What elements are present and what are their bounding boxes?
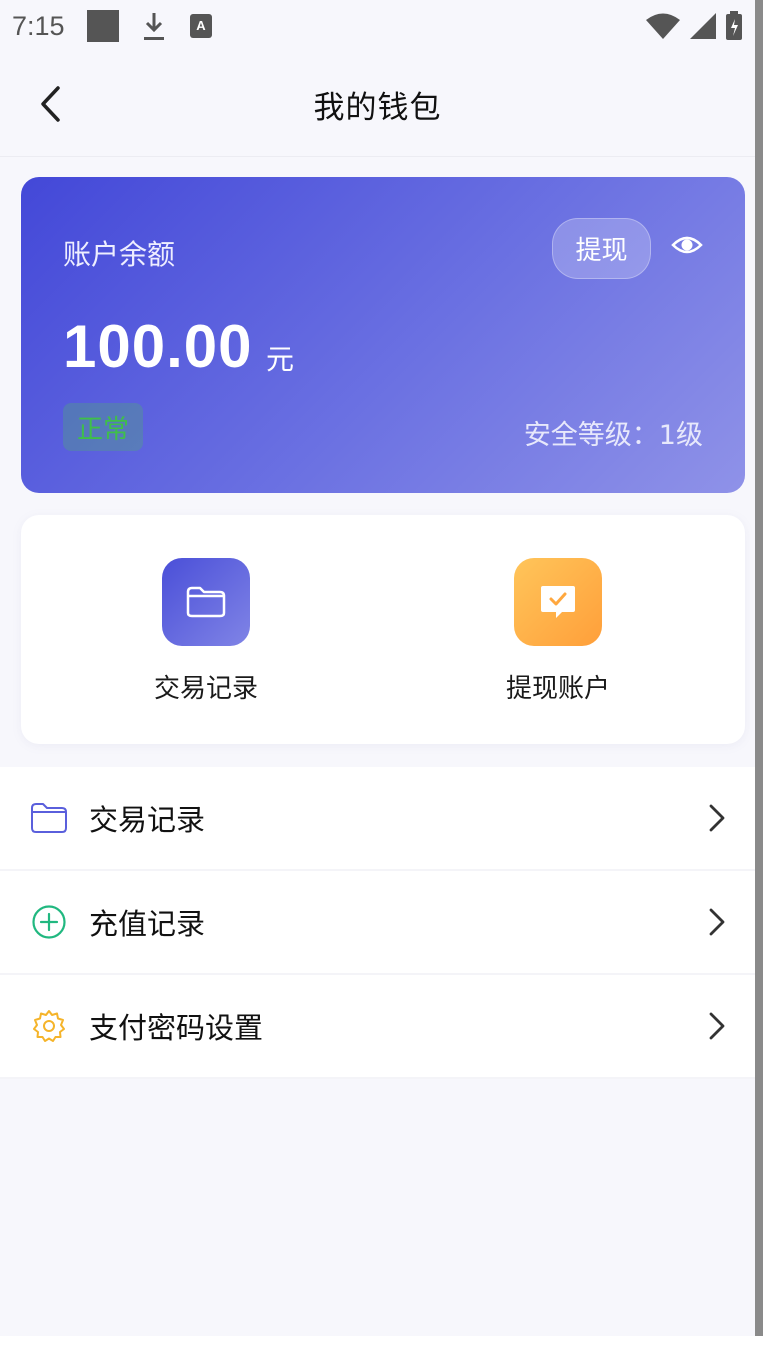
folder-icon xyxy=(31,803,67,833)
menu-item-transactions[interactable]: 交易记录 xyxy=(0,767,755,871)
balance-card: 账户余额 提现 100.00 元 正常 安全等级：1级 xyxy=(21,177,745,493)
balance-amount: 100.00 xyxy=(63,313,253,380)
svg-text:A: A xyxy=(196,18,206,33)
battery-icon xyxy=(726,11,742,40)
quick-action-withdraw-account[interactable]: 提现账户 xyxy=(478,558,638,705)
chat-check-icon xyxy=(541,586,575,618)
status-time: 7:15 xyxy=(12,10,65,41)
square-icon xyxy=(86,10,119,42)
menu-icon xyxy=(30,799,68,837)
menu-item-recharge[interactable]: 充值记录 xyxy=(0,871,755,975)
plus-circle-icon xyxy=(32,905,66,939)
quick-action-label: 交易记录 xyxy=(153,674,258,704)
chevron-right-icon xyxy=(709,804,725,832)
wallet-screen: 7:15 A 我的钱包 账户余额 提现 100.00 元 正常 安全等级：1级 … xyxy=(0,0,755,1336)
chevron-right-icon xyxy=(709,1012,725,1040)
menu-list: 交易记录 充值记录 支付密码设置 xyxy=(0,767,755,1079)
quick-action-icon-bg xyxy=(162,558,250,646)
bottom-edge xyxy=(0,1336,763,1356)
balance-label: 账户余额 xyxy=(63,238,176,271)
menu-label: 交易记录 xyxy=(89,803,206,837)
text-badge-icon: A xyxy=(189,14,212,38)
gear-icon xyxy=(33,1010,65,1042)
menu-label: 充值记录 xyxy=(89,907,206,941)
balance-unit: 元 xyxy=(266,343,295,376)
menu-label: 支付密码设置 xyxy=(89,1011,264,1045)
security-level: 安全等级：1级 xyxy=(523,420,703,451)
wifi-icon xyxy=(646,13,680,39)
menu-icon xyxy=(30,1007,68,1045)
back-button[interactable] xyxy=(30,84,70,124)
status-icons-left: A xyxy=(86,10,213,42)
quick-action-icon-bg xyxy=(514,558,602,646)
eye-icon[interactable] xyxy=(671,233,703,257)
menu-icon xyxy=(30,903,68,941)
quick-action-label: 提现账户 xyxy=(505,674,610,704)
status-badge: 正常 xyxy=(63,403,143,451)
menu-item-pay-password[interactable]: 支付密码设置 xyxy=(0,975,755,1079)
status-icons-right xyxy=(645,11,743,41)
chevron-left-icon xyxy=(41,86,60,122)
scroll-edge xyxy=(755,0,763,1336)
chevron-right-icon xyxy=(709,908,725,936)
quick-actions-card: 交易记录 提现账户 xyxy=(21,515,745,744)
download-icon xyxy=(143,13,164,40)
withdraw-button[interactable]: 提现 xyxy=(552,218,651,279)
signal-icon xyxy=(690,13,716,39)
header: 我的钱包 xyxy=(0,52,755,157)
quick-action-transactions[interactable]: 交易记录 xyxy=(126,558,286,705)
folder-icon xyxy=(186,586,226,618)
status-bar: 7:15 A xyxy=(0,0,755,52)
page-title: 我的钱包 xyxy=(313,89,442,126)
